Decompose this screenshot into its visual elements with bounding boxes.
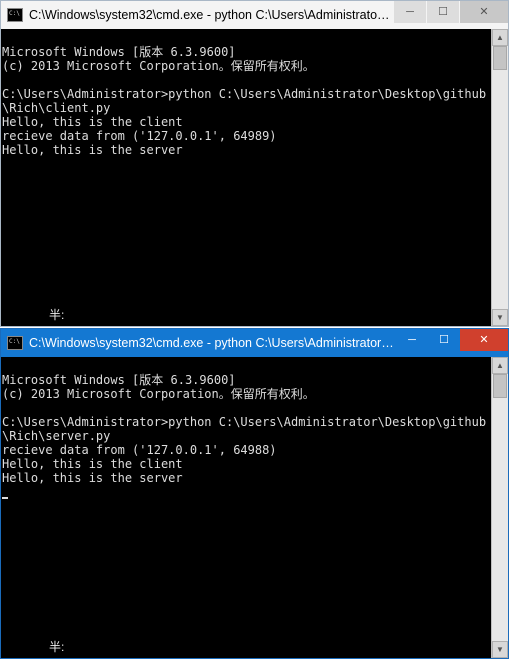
cmd-icon	[7, 8, 23, 22]
terminal-line: Hello, this is the server	[2, 143, 183, 157]
terminal-line: Microsoft Windows [版本 6.3.9600]	[2, 45, 236, 59]
terminal-area: Microsoft Windows [版本 6.3.9600] (c) 2013…	[1, 29, 508, 326]
scroll-down-button[interactable]: ▼	[492, 309, 508, 326]
window-controls: ─ ☐ ✕	[393, 1, 508, 29]
close-button[interactable]: ✕	[460, 1, 508, 23]
terminal-output[interactable]: Microsoft Windows [版本 6.3.9600] (c) 2013…	[1, 29, 491, 326]
terminal-line: C:\Users\Administrator>python C:\Users\A…	[2, 415, 486, 443]
terminal-line: recieve data from ('127.0.0.1', 64988)	[2, 443, 277, 457]
maximize-button[interactable]: ☐	[428, 329, 460, 351]
ime-indicator: 半:	[49, 308, 64, 322]
close-button[interactable]: ✕	[460, 329, 508, 351]
scroll-up-button[interactable]: ▲	[492, 29, 508, 46]
window-controls: ─ ☐ ✕	[396, 329, 508, 357]
terminal-line: recieve data from ('127.0.0.1', 64989)	[2, 129, 277, 143]
minimize-button[interactable]: ─	[394, 1, 426, 23]
cmd-icon	[7, 336, 23, 350]
terminal-line: Microsoft Windows [版本 6.3.9600]	[2, 373, 236, 387]
minimize-button[interactable]: ─	[396, 329, 428, 351]
scroll-thumb[interactable]	[493, 374, 507, 398]
scroll-down-button[interactable]: ▼	[492, 641, 508, 658]
terminal-line: Hello, this is the client	[2, 115, 183, 129]
cmd-window-server: C:\Windows\system32\cmd.exe - python C:\…	[0, 328, 509, 659]
terminal-output[interactable]: Microsoft Windows [版本 6.3.9600] (c) 2013…	[1, 357, 491, 658]
scroll-track[interactable]	[492, 374, 508, 641]
terminal-line: Hello, this is the server	[2, 471, 183, 485]
window-title: C:\Windows\system32\cmd.exe - python C:\…	[29, 336, 396, 350]
cursor	[2, 497, 8, 499]
terminal-area: Microsoft Windows [版本 6.3.9600] (c) 2013…	[1, 357, 508, 658]
scroll-up-button[interactable]: ▲	[492, 357, 508, 374]
scrollbar[interactable]: ▲ ▼	[491, 357, 508, 658]
titlebar[interactable]: C:\Windows\system32\cmd.exe - python C:\…	[1, 1, 508, 29]
scroll-track[interactable]	[492, 46, 508, 309]
ime-indicator: 半:	[49, 640, 64, 654]
maximize-button[interactable]: ☐	[427, 1, 459, 23]
window-title: C:\Windows\system32\cmd.exe - python C:\…	[29, 8, 393, 22]
scrollbar[interactable]: ▲ ▼	[491, 29, 508, 326]
titlebar[interactable]: C:\Windows\system32\cmd.exe - python C:\…	[1, 329, 508, 357]
terminal-line: C:\Users\Administrator>python C:\Users\A…	[2, 87, 486, 115]
scroll-thumb[interactable]	[493, 46, 507, 70]
cmd-window-client: C:\Windows\system32\cmd.exe - python C:\…	[0, 0, 509, 327]
terminal-line: Hello, this is the client	[2, 457, 183, 471]
terminal-line: (c) 2013 Microsoft Corporation。保留所有权利。	[2, 59, 315, 73]
terminal-line: (c) 2013 Microsoft Corporation。保留所有权利。	[2, 387, 315, 401]
